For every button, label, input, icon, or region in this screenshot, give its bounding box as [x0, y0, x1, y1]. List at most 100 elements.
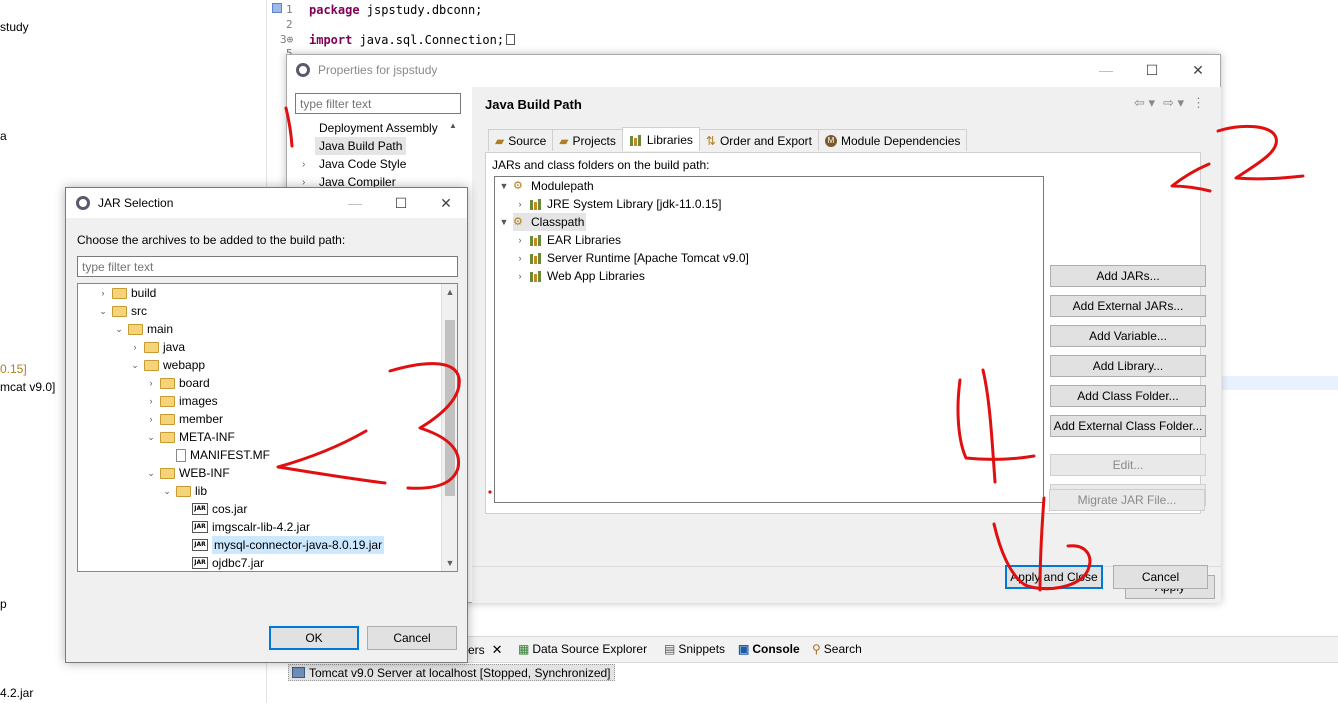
tab-snippets[interactable]: ▤ Snippets: [664, 642, 725, 656]
nav-item-deployment-assembly[interactable]: Deployment Assembly: [315, 119, 442, 137]
add-class-folder-button[interactable]: Add Class Folder...: [1050, 385, 1206, 407]
tree-node-web-app-libraries[interactable]: › Web App Libraries: [515, 267, 645, 285]
tree-node-folder[interactable]: ⌄ webapp: [130, 356, 205, 374]
tree-node-jar[interactable]: JAR ojdbc7.jar: [192, 554, 264, 571]
tree-node-jre[interactable]: › JRE System Library [jdk-11.0.15]: [515, 195, 722, 213]
chevron-down-icon[interactable]: ▼: [499, 213, 509, 231]
minimize-icon[interactable]: —: [1083, 55, 1129, 85]
scrollbar-thumb[interactable]: [445, 320, 455, 496]
folded-code-icon[interactable]: [506, 34, 516, 45]
scroll-up-icon[interactable]: ▲: [442, 284, 457, 300]
server-list-item[interactable]: Tomcat v9.0 Server at localhost [Stopped…: [288, 664, 615, 681]
maximize-icon[interactable]: ☐: [378, 188, 424, 218]
tree-node-folder[interactable]: › build: [98, 284, 157, 302]
back-arrow-icon[interactable]: ⇦ ▾: [1134, 95, 1155, 111]
add-external-class-folder-button[interactable]: Add External Class Folder...: [1050, 415, 1206, 437]
classpath-icon: ⚙: [513, 216, 523, 228]
add-jars-button[interactable]: Add JARs...: [1050, 265, 1206, 287]
tree-node-jar-selected[interactable]: JAR mysql-connector-java-8.0.19.jar: [192, 536, 385, 554]
tree-node-folder[interactable]: › java: [130, 338, 186, 356]
chevron-down-icon[interactable]: ⌄: [162, 482, 172, 500]
tree-node-server-runtime[interactable]: › Server Runtime [Apache Tomcat v9.0]: [515, 249, 749, 267]
add-library-button[interactable]: Add Library...: [1050, 355, 1206, 377]
chevron-right-icon[interactable]: ›: [146, 392, 156, 410]
apply-and-close-button[interactable]: Apply and Close: [1005, 565, 1103, 589]
chevron-down-icon[interactable]: ▼: [499, 177, 509, 195]
chevron-right-icon[interactable]: ›: [146, 410, 156, 428]
tree-node-folder[interactable]: ⌄ META-INF: [146, 428, 235, 446]
chevron-right-icon[interactable]: ›: [515, 249, 525, 267]
tab-libraries[interactable]: Libraries: [621, 127, 700, 151]
chevron-right-icon[interactable]: ›: [130, 338, 140, 356]
tree-node-folder[interactable]: › member: [146, 410, 224, 428]
cancel-button[interactable]: Cancel: [1113, 565, 1208, 589]
more-options-icon[interactable]: ⋮: [1192, 95, 1205, 111]
maximize-icon[interactable]: ☐: [1129, 55, 1175, 85]
tree-node-folder[interactable]: ⌄ lib: [162, 482, 207, 500]
tab-order-and-export[interactable]: ⇅ Order and Export: [698, 129, 819, 151]
tree-node-folder[interactable]: ⌄ src: [98, 302, 147, 320]
chevron-right-icon[interactable]: ›: [515, 267, 525, 285]
explorer-item-fragment[interactable]: 4.2.jar: [0, 686, 33, 700]
nav-item-java-build-path[interactable]: Java Build Path: [315, 137, 407, 155]
code-line[interactable]: import java.sql.Connection;: [309, 33, 516, 47]
scroll-up-icon[interactable]: ▲: [447, 121, 459, 133]
chevron-right-icon[interactable]: ›: [98, 284, 108, 302]
cancel-button[interactable]: Cancel: [367, 626, 457, 650]
chevron-down-icon[interactable]: ⌄: [146, 464, 156, 482]
tab-search[interactable]: ⚲ Search: [812, 642, 862, 656]
tab-projects[interactable]: ▰ Projects: [552, 129, 623, 151]
migrate-jar-button[interactable]: Migrate JAR File...: [1049, 489, 1205, 511]
forward-arrow-icon[interactable]: ⇨ ▾: [1163, 95, 1184, 111]
tab-servers[interactable]: ers ✕: [468, 642, 503, 658]
chevron-right-icon[interactable]: ›: [515, 195, 525, 213]
tab-source[interactable]: ▰ Source: [488, 129, 554, 151]
tree-node-file[interactable]: MANIFEST.MF: [176, 446, 270, 464]
ok-button[interactable]: OK: [269, 626, 359, 650]
explorer-item-fragment[interactable]: mcat v9.0]: [0, 380, 55, 394]
file-icon: [176, 448, 186, 462]
dialog-title-bar[interactable]: Properties for jspstudy — ☐ ✕: [287, 55, 1220, 85]
tree-node-classpath[interactable]: ▼ ⚙ Classpath: [499, 213, 587, 231]
nav-item-java-code-style[interactable]: Java Code Style: [315, 155, 410, 173]
tree-node-ear-libraries[interactable]: › EAR Libraries: [515, 231, 622, 249]
close-icon[interactable]: ✕: [1175, 55, 1221, 85]
edit-button[interactable]: Edit...: [1050, 454, 1206, 476]
tree-node-folder[interactable]: ⌄ WEB-INF: [146, 464, 229, 482]
close-icon[interactable]: ✕: [423, 188, 469, 218]
tree-label: META-INF: [179, 430, 235, 444]
filter-input[interactable]: [295, 93, 461, 114]
tree-node-folder[interactable]: ⌄ main: [114, 320, 173, 338]
chevron-down-icon[interactable]: ⌄: [114, 320, 124, 338]
explorer-item-fragment[interactable]: a: [0, 129, 7, 143]
explorer-item-fragment[interactable]: 0.15]: [0, 362, 27, 376]
explorer-item-fragment[interactable]: study: [0, 20, 29, 34]
minimize-icon[interactable]: —: [332, 188, 378, 218]
chevron-right-icon[interactable]: ›: [302, 159, 305, 170]
line-number[interactable]: 3⊕: [280, 33, 293, 46]
jar-tree[interactable]: › build ⌄ src ⌄ main › java ⌄ webapp › board ›…: [77, 283, 458, 572]
code-line[interactable]: package jspstudy.dbconn;: [309, 3, 482, 17]
tab-data-source-explorer[interactable]: ▦ Data Source Explorer: [518, 642, 647, 656]
add-variable-button[interactable]: Add Variable...: [1050, 325, 1206, 347]
tree-node-folder[interactable]: › images: [146, 392, 218, 410]
tab-module-dependencies[interactable]: M Module Dependencies: [818, 129, 968, 151]
chevron-right-icon[interactable]: ›: [515, 231, 525, 249]
tree-node-jar[interactable]: JAR imgscalr-lib-4.2.jar: [192, 518, 310, 536]
explorer-item-fragment[interactable]: p: [0, 597, 7, 611]
tree-node-jar[interactable]: JAR cos.jar: [192, 500, 247, 518]
add-external-jars-button[interactable]: Add External JARs...: [1050, 295, 1206, 317]
chevron-down-icon[interactable]: ⌄: [146, 428, 156, 446]
tab-console[interactable]: ▣ Console: [738, 642, 800, 656]
chevron-right-icon[interactable]: ›: [146, 374, 156, 392]
close-icon[interactable]: ✕: [492, 642, 503, 658]
chevron-down-icon[interactable]: ⌄: [130, 356, 140, 374]
chevron-down-icon[interactable]: ⌄: [98, 302, 108, 320]
filter-input[interactable]: [77, 256, 458, 277]
dialog-title-bar[interactable]: JAR Selection — ☐ ✕: [66, 188, 467, 218]
tree-node-modulepath[interactable]: ▼ ⚙ Modulepath: [499, 177, 594, 195]
scroll-down-icon[interactable]: ▼: [442, 555, 457, 571]
build-path-tree[interactable]: ▼ ⚙ Modulepath › JRE System Library [jdk-11…: [494, 176, 1044, 503]
vertical-scrollbar[interactable]: ▲ ▼: [441, 284, 457, 571]
tree-node-folder[interactable]: › board: [146, 374, 210, 392]
